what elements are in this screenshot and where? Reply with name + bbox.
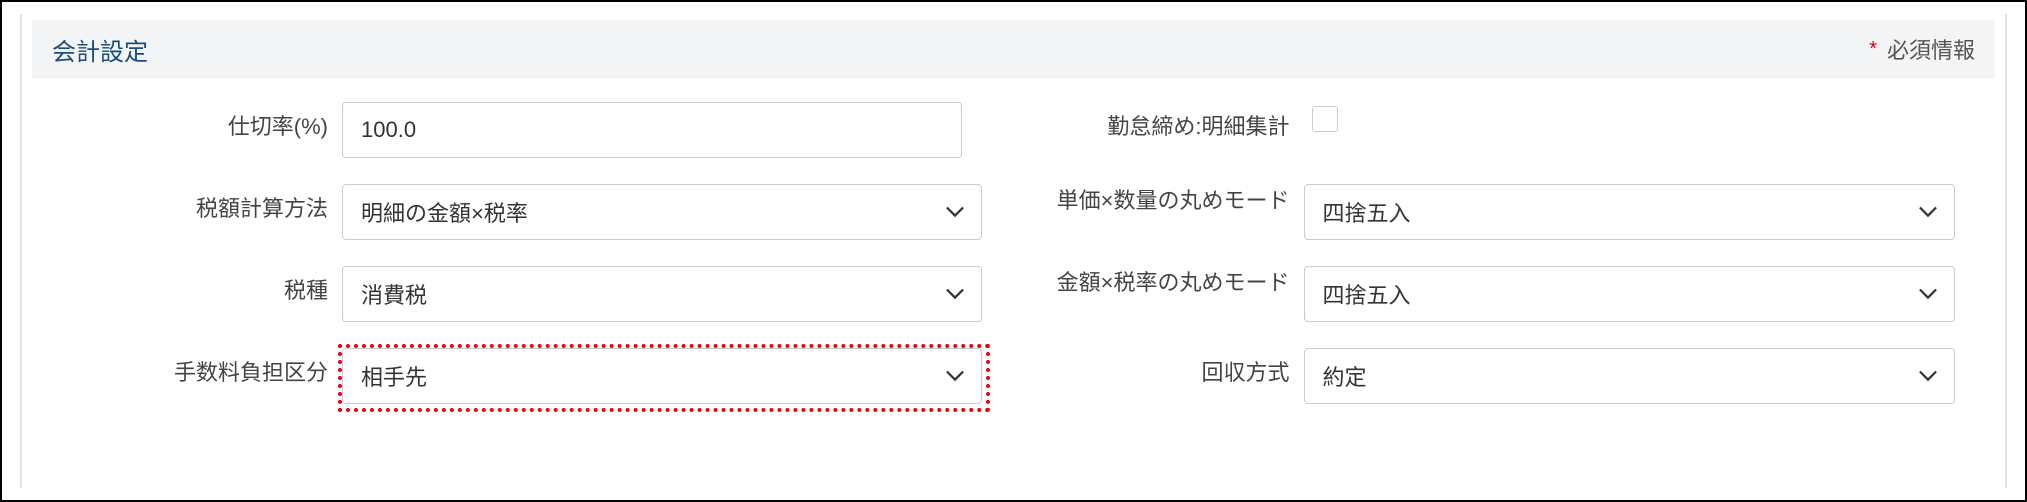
tax-type-label: 税種 (72, 266, 342, 306)
partition-rate-input[interactable] (342, 102, 962, 158)
tax-calc-method-label: 税額計算方法 (72, 184, 342, 224)
form-row-3: 税種 金額×税率の丸めモード (72, 266, 1955, 322)
form-row-2: 税額計算方法 単価×数量の丸めモード (72, 184, 1955, 240)
form-panel: 会計設定 * 必須情報 仕切率(%) 勤怠締め:明細集計 (20, 14, 2007, 488)
collection-method-label: 回収方式 (1034, 348, 1304, 388)
section-title: 会計設定 (52, 32, 148, 67)
unit-qty-rounding-select[interactable] (1304, 184, 1956, 240)
attendance-close-checkbox[interactable] (1312, 106, 1338, 132)
form-row-1: 仕切率(%) 勤怠締め:明細集計 (72, 102, 1955, 158)
unit-qty-rounding-label: 単価×数量の丸めモード (1034, 184, 1304, 216)
fee-burden-class-label: 手数料負担区分 (72, 348, 342, 388)
form-row-4: 手数料負担区分 回収方式 (72, 348, 1955, 404)
window-frame: 会計設定 * 必須情報 仕切率(%) 勤怠締め:明細集計 (0, 0, 2027, 502)
fee-burden-class-select[interactable] (342, 348, 982, 404)
required-note: * 必須情報 (1869, 33, 1975, 65)
section-header: 会計設定 * 必須情報 (32, 20, 1995, 78)
amount-rate-rounding-label: 金額×税率の丸めモード (1034, 266, 1304, 298)
amount-rate-rounding-select[interactable] (1304, 266, 1956, 322)
form-body: 仕切率(%) 勤怠締め:明細集計 税額計算方法 (32, 78, 1995, 404)
tax-type-select[interactable] (342, 266, 982, 322)
partition-rate-label: 仕切率(%) (72, 102, 342, 142)
required-label: 必須情報 (1887, 33, 1975, 65)
collection-method-select[interactable] (1304, 348, 1956, 404)
tax-calc-method-select[interactable] (342, 184, 982, 240)
required-asterisk-icon: * (1869, 39, 1877, 59)
attendance-close-label: 勤怠締め:明細集計 (1034, 102, 1304, 142)
